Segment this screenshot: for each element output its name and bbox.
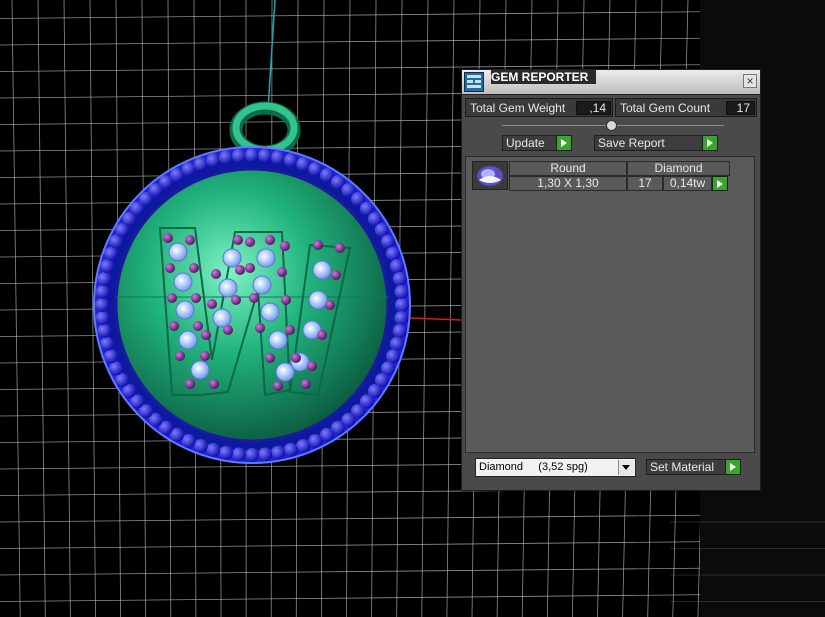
size-cell: 1,30 X 1,30: [509, 176, 627, 191]
header-round-label: Round: [550, 161, 586, 175]
row-go-button[interactable]: [712, 176, 728, 191]
update-button-label: Update: [506, 136, 545, 150]
round-gem-icon: [472, 161, 508, 190]
save-report-button-label: Save Report: [598, 136, 665, 150]
gem-count: 17: [638, 176, 652, 190]
header-round: Round: [509, 161, 627, 176]
green-arrow-icon: [556, 136, 571, 150]
green-arrow-icon: [725, 460, 740, 474]
gem-weight: 0,14tw: [669, 176, 706, 190]
chevron-down-icon[interactable]: [618, 460, 634, 475]
green-arrow-icon: [717, 180, 723, 188]
set-material-button[interactable]: Set Material: [646, 459, 741, 475]
green-arrow-icon: [702, 136, 717, 150]
header-diamond-label: Diamond: [654, 161, 703, 175]
count-cell: 17: [627, 176, 663, 191]
gem-size: 1,30 X 1,30: [537, 176, 599, 190]
update-button[interactable]: Update: [502, 135, 572, 151]
splitter-handle[interactable]: [606, 120, 617, 131]
material-dropdown[interactable]: Diamond (3,52 spg): [475, 458, 636, 477]
header-diamond: Diamond: [627, 161, 730, 176]
gem-reporter-icon: [464, 72, 484, 92]
gem-reporter-panel: GEM REPORTER × Total Gem Weight ,14 Tota…: [461, 69, 761, 491]
panel-title: GEM REPORTER: [491, 70, 597, 84]
total-gem-weight-box: Total Gem Weight ,14: [465, 98, 613, 117]
weight-cell: 0,14tw: [663, 176, 712, 191]
gem-list[interactable]: Round Diamond 1,30 X 1,30 17 0,14tw: [465, 156, 755, 453]
titlebar[interactable]: GEM REPORTER ×: [462, 70, 760, 95]
pendant[interactable]: [93, 146, 411, 464]
close-icon[interactable]: ×: [743, 74, 757, 88]
save-report-button[interactable]: Save Report: [594, 135, 718, 151]
total-gem-weight-value: ,14: [576, 101, 611, 115]
material-selected-value: Diamond (3,52 spg): [479, 461, 588, 473]
bail-ring[interactable]: [229, 101, 301, 159]
total-gem-count-value: 17: [726, 101, 755, 115]
x-axis-line: [409, 317, 462, 321]
table-row[interactable]: 1,30 X 1,30 17 0,14tw: [509, 176, 747, 191]
total-gem-count-label: Total Gem Count: [620, 101, 711, 115]
total-gem-count-box: Total Gem Count 17: [615, 98, 757, 117]
total-gem-weight-label: Total Gem Weight: [470, 101, 566, 115]
set-material-button-label: Set Material: [650, 460, 715, 474]
